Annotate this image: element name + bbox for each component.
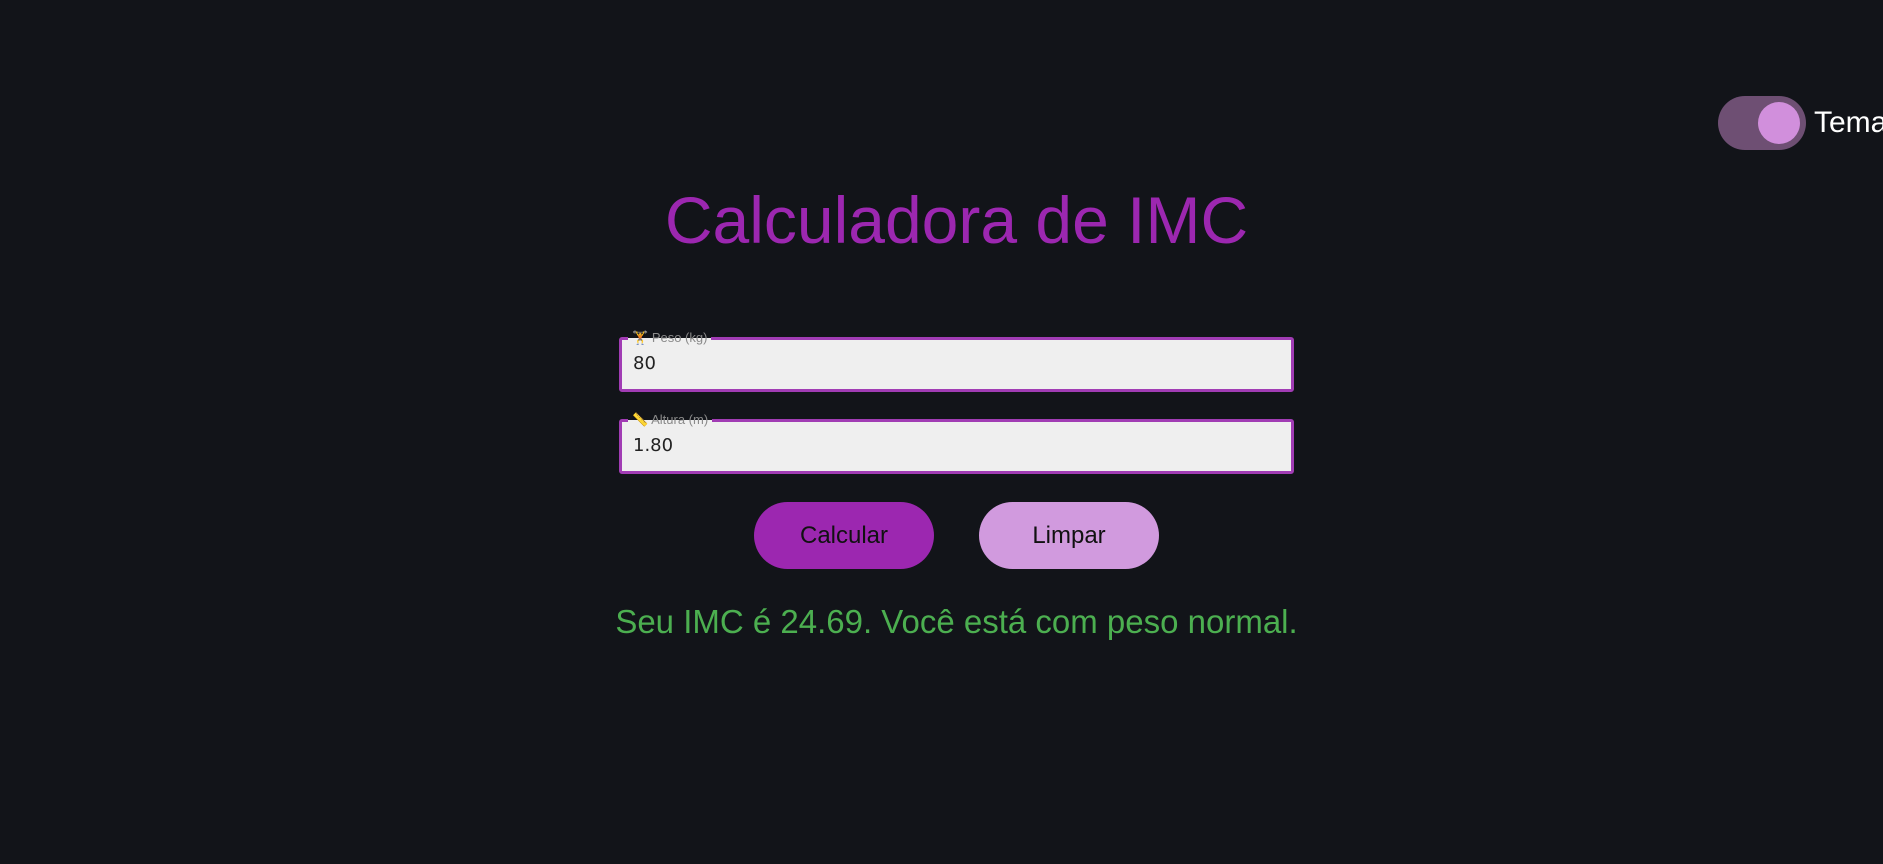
weight-label-text: Peso (kg) xyxy=(651,330,708,345)
ruler-icon: 📏 xyxy=(632,412,649,427)
height-input[interactable] xyxy=(633,435,1273,456)
height-field[interactable]: 📏 Altura (m) xyxy=(619,413,1294,474)
clear-button[interactable]: Limpar xyxy=(979,502,1159,569)
bmi-result: Seu IMC é 24.69. Você está com peso norm… xyxy=(615,603,1298,640)
weight-field[interactable]: 🏋 Peso (kg) xyxy=(619,331,1294,392)
theme-switch[interactable] xyxy=(1718,96,1806,150)
weight-input[interactable] xyxy=(633,353,1273,374)
height-label-text: Altura (m) xyxy=(651,412,709,427)
height-field-label: 📏 Altura (m) xyxy=(628,412,713,427)
weight-field-label: 🏋 Peso (kg) xyxy=(628,330,712,345)
calculate-button[interactable]: Calcular xyxy=(754,502,934,569)
theme-label: Tema xyxy=(1814,106,1883,139)
theme-toggle[interactable]: Tema xyxy=(1718,96,1883,150)
page: Tema Calculadora de IMC 🏋 Peso (kg) 📏 Al… xyxy=(0,0,1883,864)
weightlifter-icon: 🏋 xyxy=(632,330,649,345)
page-title: Calculadora de IMC xyxy=(664,183,1249,257)
theme-switch-thumb[interactable] xyxy=(1758,102,1800,144)
